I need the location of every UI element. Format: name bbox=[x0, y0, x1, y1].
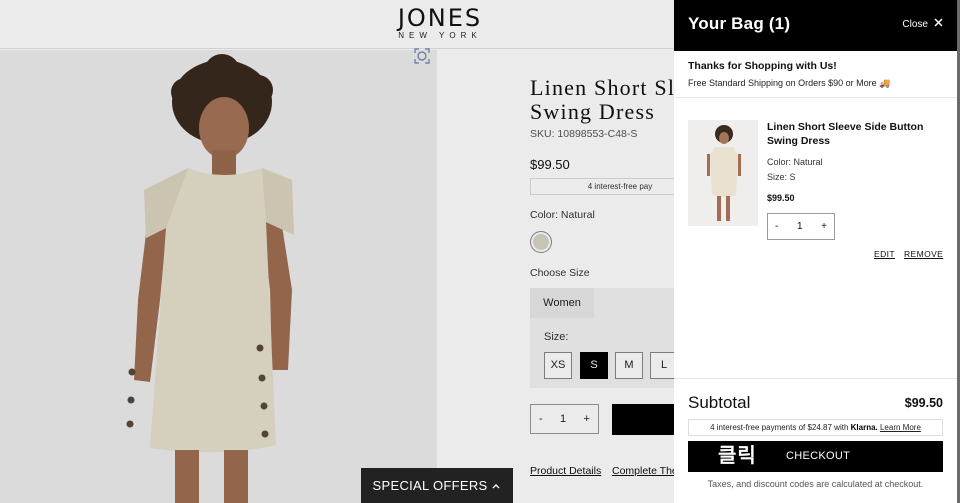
cart-summary: Subtotal $99.50 4 interest-free payments… bbox=[674, 378, 957, 503]
cart-item-thumbnail[interactable] bbox=[688, 120, 758, 226]
subtotal-value: $99.50 bbox=[904, 396, 943, 410]
cart-drawer: Your Bag (1) Close Thanks for Shopping w… bbox=[674, 0, 957, 503]
klarna-text: 4 interest-free payments of $24.87 with bbox=[710, 423, 851, 432]
dress-thumbnail-image bbox=[688, 120, 758, 226]
subtotal-label: Subtotal bbox=[688, 393, 751, 412]
checkout-label: CHECKOUT bbox=[786, 450, 851, 462]
page-dim-overlay[interactable] bbox=[0, 0, 674, 503]
klarna-logo: Klarna. bbox=[850, 423, 878, 432]
promo-banner: Thanks for Shopping with Us! Free Standa… bbox=[674, 51, 957, 98]
close-button[interactable]: Close bbox=[902, 18, 943, 30]
cart-quantity-increase-button[interactable]: + bbox=[821, 221, 827, 232]
cart-quantity-decrease-button[interactable]: - bbox=[775, 221, 778, 232]
tax-note: Taxes, and discount codes are calculated… bbox=[707, 479, 924, 489]
promo-title: Thanks for Shopping with Us! bbox=[688, 60, 837, 72]
edit-item-link[interactable]: EDIT bbox=[874, 249, 895, 259]
checkout-button[interactable]: 클릭 CHECKOUT bbox=[688, 441, 943, 472]
promo-shipping-text: Free Standard Shipping on Orders $90 or … bbox=[688, 78, 891, 88]
klarna-learn-more-link[interactable]: Learn More bbox=[880, 423, 921, 432]
klarna-payment-message: 4 interest-free payments of $24.87 with … bbox=[688, 419, 943, 436]
close-label: Close bbox=[902, 18, 928, 30]
cart-item-size: Size: S bbox=[767, 172, 796, 182]
remove-item-link[interactable]: REMOVE bbox=[904, 249, 943, 259]
cart-header: Your Bag (1) Close bbox=[674, 0, 957, 51]
cart-quantity-value[interactable]: 1 bbox=[797, 221, 803, 232]
cart-item-name[interactable]: Linen Short Sleeve Side Button Swing Dre… bbox=[767, 120, 947, 148]
click-badge: 클릭 bbox=[718, 445, 757, 467]
cart-quantity-stepper: - 1 + bbox=[767, 213, 835, 240]
cart-title: Your Bag (1) bbox=[688, 14, 791, 33]
chevron-up-icon bbox=[491, 478, 501, 493]
cart-item-color: Color: Natural bbox=[767, 157, 823, 167]
cart-item-price: $99.50 bbox=[767, 193, 795, 203]
close-icon bbox=[934, 18, 943, 30]
special-offers-button[interactable]: SPECIAL OFFERS bbox=[361, 468, 513, 503]
special-offers-label: SPECIAL OFFERS bbox=[372, 478, 488, 493]
